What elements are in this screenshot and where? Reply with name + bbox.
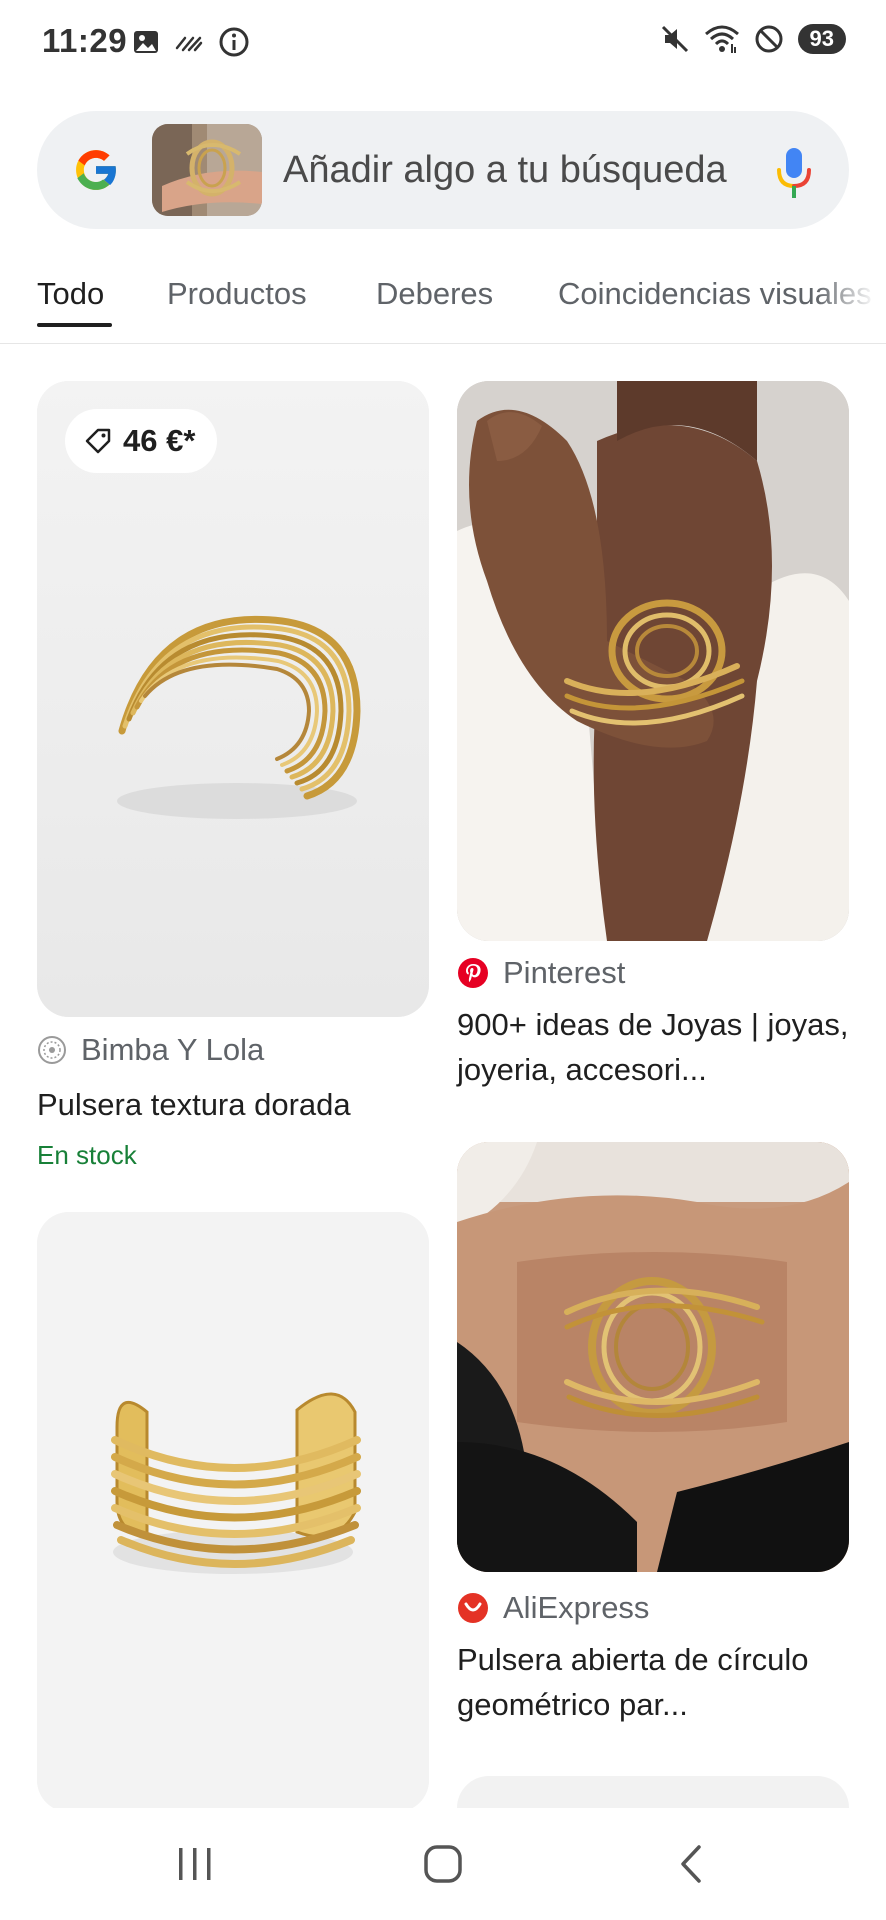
info-icon (219, 27, 249, 57)
home-icon (424, 1845, 462, 1883)
status-left-icons (132, 26, 250, 58)
aliexpress-logo-icon (458, 1593, 488, 1623)
navigation-bar (0, 1808, 886, 1920)
result-image-bimba[interactable]: 46 €* (37, 381, 429, 1017)
result-title-pinterest[interactable]: 900+ ideas de Joyas | joyas, joyeria, ac… (457, 1002, 849, 1092)
wifi-icon (704, 25, 739, 53)
recents-icon (179, 1848, 211, 1880)
mic-icon[interactable] (774, 146, 814, 200)
hatch-icon (175, 36, 203, 52)
search-image-thumbnail[interactable] (152, 124, 262, 216)
back-button[interactable] (630, 1808, 750, 1920)
price-chip: 46 €* (65, 409, 218, 473)
status-bar: 11:29 93 (0, 0, 886, 88)
tab-todo[interactable]: Todo (37, 276, 104, 312)
pinterest-logo-icon (458, 958, 488, 988)
status-right-icons: 93 (660, 24, 846, 54)
result-image-bracelet-2[interactable] (37, 1212, 429, 1812)
source-name: Bimba Y Lola (81, 1032, 265, 1067)
result-source-aliexpress[interactable]: AliExpress (457, 1590, 649, 1626)
do-not-disturb-icon (755, 25, 783, 53)
result-title-aliexpress[interactable]: Pulsera abierta de círculo geométrico pa… (457, 1637, 849, 1727)
tabs-bar: Todo Productos Deberes Coincidencias vis… (0, 252, 886, 344)
stock-status: En stock (37, 1140, 137, 1170)
result-source-bimba[interactable]: Bimba Y Lola (37, 1032, 264, 1068)
image-icon (134, 31, 158, 53)
tabs-fade (816, 252, 886, 342)
active-tab-indicator (37, 323, 112, 327)
bimba-favicon-icon (38, 1036, 66, 1064)
back-icon (681, 1845, 701, 1883)
battery-level: 93 (797, 24, 846, 54)
google-g-logo[interactable] (70, 144, 122, 196)
price-tag-icon (85, 428, 111, 454)
source-name: AliExpress (503, 1590, 650, 1625)
tab-deberes[interactable]: Deberes (376, 276, 493, 312)
result-source-pinterest[interactable]: Pinterest (457, 955, 625, 991)
mute-icon (661, 25, 688, 53)
price-text: 46 €* (123, 423, 196, 458)
home-button[interactable] (383, 1808, 503, 1920)
search-bar[interactable]: Añadir algo a tu búsqueda (37, 111, 849, 229)
tab-productos[interactable]: Productos (167, 276, 307, 312)
result-image-pinterest[interactable] (457, 381, 849, 941)
result-image-aliexpress[interactable] (457, 1142, 849, 1572)
result-title-bimba[interactable]: Pulsera textura dorada (37, 1082, 429, 1127)
search-input[interactable]: Añadir algo a tu búsqueda (283, 149, 727, 192)
recents-button[interactable] (135, 1808, 255, 1920)
status-time: 11:29 (42, 22, 128, 59)
source-name: Pinterest (503, 955, 626, 990)
